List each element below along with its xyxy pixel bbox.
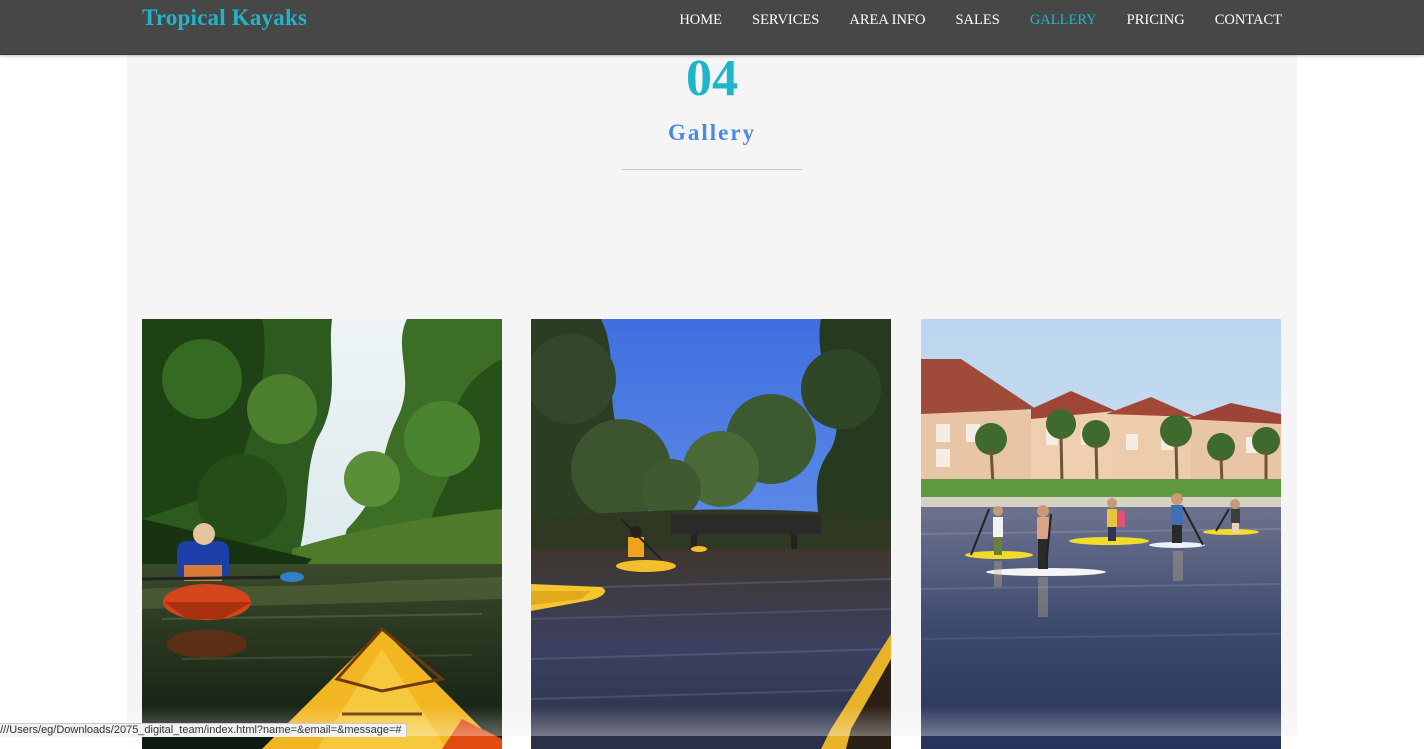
browser-status-url: file:///Users/eg/Downloads/2075_digital_… <box>0 723 407 737</box>
nav-item-services[interactable]: SERVICES <box>752 12 819 29</box>
nav-item-area-info[interactable]: AREA INFO <box>849 12 925 29</box>
nav-item-pricing[interactable]: PRICING <box>1127 12 1185 29</box>
gallery-photo-2[interactable] <box>531 319 891 749</box>
nav-item-sales[interactable]: SALES <box>955 12 999 29</box>
main-nav: HOME SERVICES AREA INFO SALES GALLERY PR… <box>679 12 1282 29</box>
title-divider <box>622 169 802 170</box>
section-number: 04 <box>686 50 738 107</box>
nav-item-gallery[interactable]: GALLERY <box>1030 12 1097 29</box>
brand-logo-link[interactable]: Tropical Kayaks <box>142 5 307 31</box>
kayak-river-photo <box>531 319 891 749</box>
nav-item-home[interactable]: HOME <box>679 12 722 29</box>
section-title: Gallery <box>667 120 757 145</box>
kayak-jungle-photo <box>142 319 502 749</box>
top-navbar: Tropical Kayaks HOME SERVICES AREA INFO … <box>0 0 1424 55</box>
nav-item-contact[interactable]: CONTACT <box>1215 12 1282 29</box>
gallery-photo-3[interactable] <box>921 319 1281 749</box>
paddleboard-photo <box>921 319 1281 749</box>
gallery-photo-1[interactable] <box>142 319 502 749</box>
